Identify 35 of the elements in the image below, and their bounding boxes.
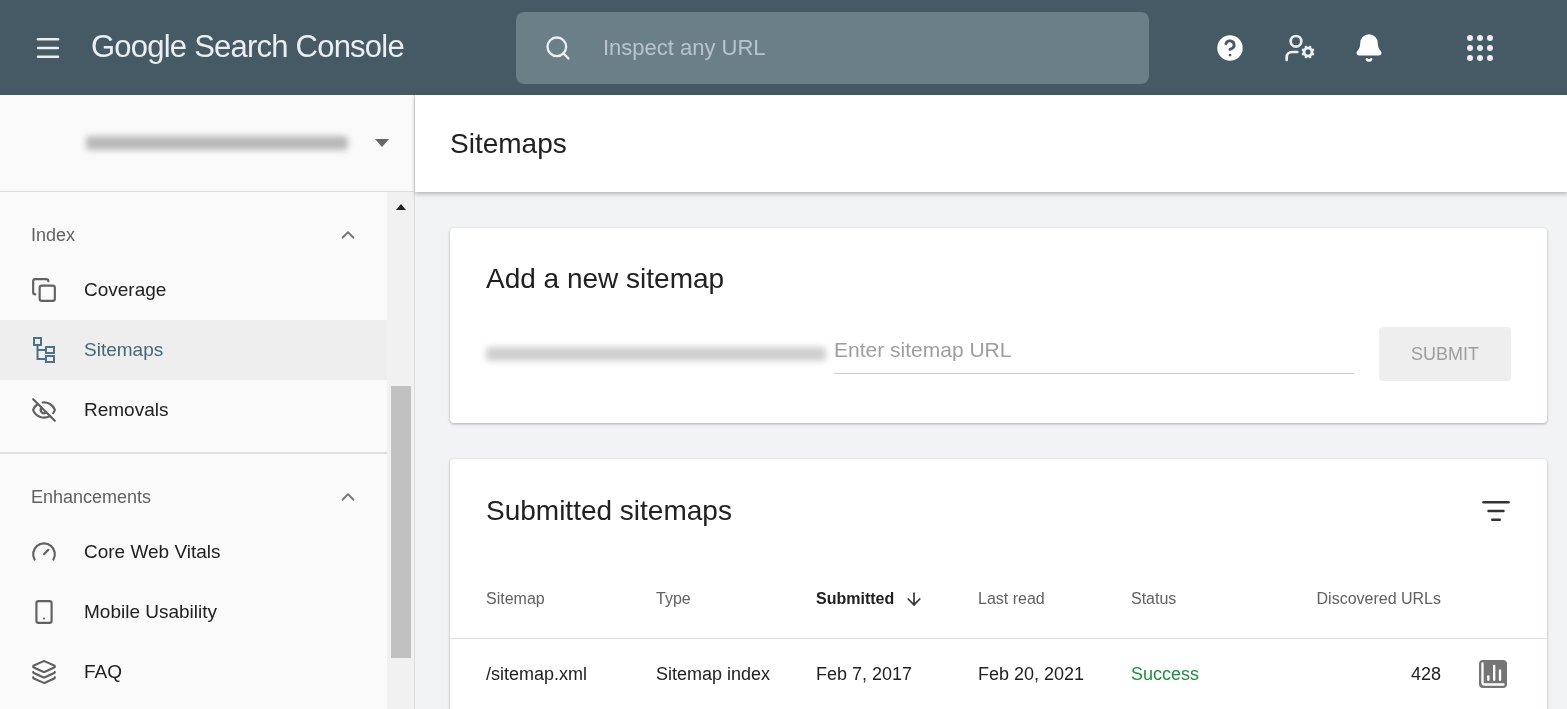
sidebar-item[interactable]: Coverage (0, 260, 388, 320)
column-header[interactable]: Last read (978, 586, 1045, 611)
column-header[interactable]: Sitemap (486, 586, 545, 611)
column-header[interactable]: Submitted (816, 586, 895, 611)
search-icon (543, 33, 572, 62)
table-cell-text: Feb 7, 2017 (816, 662, 913, 686)
column-header[interactable]: Status (1131, 586, 1177, 611)
sidebar-item[interactable]: Core Web Vitals (0, 522, 388, 582)
search-field[interactable]: Inspect any URL (515, 11, 1149, 84)
section-title: Enhancements (31, 485, 152, 509)
section-title: Index (31, 223, 76, 247)
table-cell-text: 428 (1410, 662, 1441, 686)
scroll-up-icon[interactable] (395, 204, 406, 210)
sidebar-item[interactable]: Removals (0, 380, 388, 440)
card-title: Submitted sitemaps (486, 494, 732, 528)
apps-icon[interactable] (1466, 34, 1493, 61)
copy-icon (31, 277, 57, 303)
page-title: Sitemaps (450, 126, 567, 161)
table-cell-text: /sitemap.xml (486, 662, 588, 686)
eye-off-icon (31, 397, 57, 423)
column-header[interactable]: Discovered URLs (1316, 586, 1441, 611)
table-cell-text: Feb 20, 2021 (978, 662, 1085, 686)
scrollbar[interactable] (387, 192, 414, 709)
table-cell-text: Success (1131, 662, 1200, 686)
sidebar-item[interactable]: Sitemaps (0, 320, 388, 380)
dropdown-caret-icon (375, 139, 389, 147)
card-title: Add a new sitemap (486, 262, 726, 296)
sidebar-item[interactable]: Mobile Usability (0, 582, 388, 642)
bar-chart-icon[interactable] (1479, 660, 1507, 688)
table-cell-text: Sitemap index (656, 662, 771, 686)
tree-icon (32, 336, 56, 364)
app-title: Google Search Console (91, 28, 404, 67)
sidebar-item[interactable]: FAQ (0, 642, 388, 702)
column-header[interactable]: Type (656, 586, 691, 611)
layers-icon (31, 659, 57, 685)
